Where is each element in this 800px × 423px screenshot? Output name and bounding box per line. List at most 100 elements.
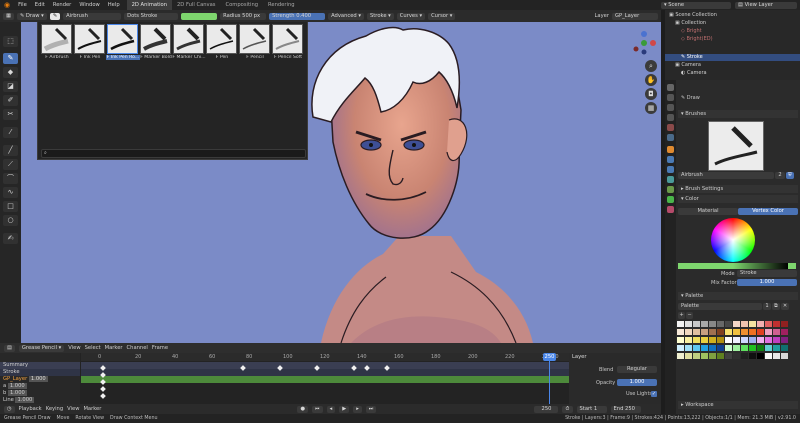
mix-factor-slider[interactable]: 1.000 — [737, 279, 797, 286]
palette-swatch[interactable] — [677, 329, 684, 335]
workspace-tab-rendering[interactable]: Rendering — [263, 0, 300, 10]
palette-swatch[interactable] — [725, 353, 732, 359]
channel-line[interactable]: Line 1.000 — [0, 397, 80, 404]
palette-swatch[interactable] — [725, 345, 732, 351]
keyframe-diamond[interactable] — [384, 365, 390, 371]
box-tool-icon[interactable]: □ — [3, 201, 18, 212]
keyframe-diamond[interactable] — [364, 365, 370, 371]
brush-users-count[interactable]: 2 — [775, 172, 785, 179]
palette-swatch[interactable] — [701, 337, 708, 343]
use-lights-checkbox[interactable]: ✓ — [651, 391, 657, 397]
outliner-camera[interactable]: ◐ Camera — [681, 70, 707, 77]
scene-selector[interactable]: ▾ Scene — [661, 1, 731, 9]
palette-swatch[interactable] — [733, 337, 740, 343]
palette-swatch[interactable] — [749, 337, 756, 343]
line-tool-icon[interactable]: ╱ — [3, 145, 18, 156]
layer-selector[interactable]: GP_Layer — [612, 12, 658, 20]
color-wheel[interactable] — [711, 218, 755, 262]
workspace-tab-compositing[interactable]: Compositing — [221, 0, 264, 10]
keyframe-diamond[interactable] — [100, 365, 106, 371]
scene-tab-icon[interactable] — [667, 124, 674, 131]
add-color-icon[interactable]: + — [678, 312, 685, 319]
workspace-section-header[interactable]: ▸ Workspace — [678, 401, 798, 409]
palette-swatch[interactable] — [717, 345, 724, 351]
curve-tool-icon[interactable]: ∿ — [3, 187, 18, 198]
remove-color-icon[interactable]: − — [686, 312, 693, 319]
prev-key-button[interactable]: ◂ — [326, 405, 336, 413]
brush-thumb-pen[interactable] — [206, 24, 237, 54]
data-tab-icon[interactable] — [667, 196, 674, 203]
brush-thumb-ink-pen[interactable] — [74, 24, 105, 54]
palette-swatch[interactable] — [717, 353, 724, 359]
channel-summary[interactable]: Summary — [0, 362, 80, 369]
zoom-icon[interactable]: ⌕ — [645, 60, 657, 72]
current-frame-field[interactable]: 250 — [534, 405, 559, 413]
stroke-dropdown[interactable]: Stroke ▾ — [366, 12, 394, 20]
stroke-placement-selector[interactable]: Dots Stroke — [124, 12, 179, 20]
render-tab-icon[interactable] — [667, 94, 674, 101]
close-icon[interactable]: ✕ — [781, 303, 789, 310]
palette-swatch[interactable] — [693, 353, 700, 359]
mode-selector[interactable]: ✎ Draw ▾ — [16, 12, 47, 20]
palette-swatch[interactable] — [773, 337, 780, 343]
view-layer-tab-icon[interactable] — [667, 114, 674, 121]
palette-swatch[interactable] — [741, 321, 748, 327]
palette-swatch[interactable] — [765, 345, 772, 351]
palette-section-header[interactable]: ▾ Palette — [678, 292, 798, 300]
blend-dropdown[interactable]: Regular — [617, 366, 657, 373]
palette-swatch[interactable] — [717, 329, 724, 335]
constraints-tab-icon[interactable] — [667, 186, 674, 193]
workspace-tab-2d-full-canvas[interactable]: 2D Full Canvas — [172, 0, 221, 10]
brush-thumb-marker-chisel[interactable] — [173, 24, 204, 54]
material-tab[interactable]: Material — [678, 208, 738, 215]
brushes-section-header[interactable]: ▾ Brushes — [678, 110, 798, 118]
palette-swatch[interactable] — [709, 353, 716, 359]
keyframe-diamond[interactable] — [240, 365, 246, 371]
timeline-menu-channel[interactable]: Channel — [127, 345, 148, 351]
brush-preview-button[interactable]: ✎ — [49, 12, 61, 20]
channel-gp-layer[interactable]: GP_Layer 1.000 — [0, 376, 80, 383]
palette-swatch[interactable] — [677, 345, 684, 351]
palette-swatch[interactable] — [781, 353, 788, 359]
palette-swatch[interactable] — [733, 353, 740, 359]
palette-swatch[interactable] — [677, 337, 684, 343]
brush-thumb-marker-bold[interactable] — [140, 24, 171, 54]
dopesheet-mode-selector[interactable]: Grease Pencil ▾ — [18, 344, 65, 352]
physics-tab-icon[interactable] — [667, 176, 674, 183]
palette-swatch[interactable] — [773, 353, 780, 359]
palette-swatch[interactable] — [757, 345, 764, 351]
camera-view-icon[interactable]: ◘ — [645, 88, 657, 100]
material-tab-icon[interactable] — [667, 206, 674, 213]
palette-swatch[interactable] — [685, 337, 692, 343]
strength-field[interactable]: Strength 0.400 — [269, 12, 326, 20]
brush-preview[interactable] — [708, 121, 764, 171]
timeline-menu-select[interactable]: Select — [85, 345, 101, 351]
palette-swatch[interactable] — [749, 345, 756, 351]
palette-swatch[interactable] — [709, 329, 716, 335]
palette-swatch[interactable] — [773, 345, 780, 351]
effects-tab-icon[interactable] — [667, 166, 674, 173]
circle-tool-icon[interactable]: ○ — [3, 215, 18, 226]
color-swatch[interactable] — [788, 263, 796, 269]
palette-swatch[interactable] — [685, 345, 692, 351]
annotate-tool-icon[interactable]: ✍ — [3, 233, 18, 244]
fake-user-shield-icon[interactable]: ⛨ — [786, 172, 794, 179]
color-section-header[interactable]: ▾ Color — [678, 195, 798, 203]
palette-swatch[interactable] — [773, 329, 780, 335]
keyframe-diamond[interactable] — [100, 393, 106, 399]
outliner-collection[interactable]: ▣ Collection — [675, 20, 706, 27]
palette-swatch[interactable] — [733, 321, 740, 327]
palette-swatch[interactable] — [717, 321, 724, 327]
palette-swatch[interactable] — [781, 345, 788, 351]
fill-tool-icon[interactable]: ◆ — [3, 67, 18, 78]
mode-dropdown[interactable]: Stroke — [737, 270, 797, 277]
brush-name-field[interactable]: Airbrush — [63, 12, 122, 20]
keyframe-diamond[interactable] — [351, 365, 357, 371]
palette-swatch[interactable] — [757, 353, 764, 359]
menu-render[interactable]: Render — [49, 2, 75, 8]
jump-start-button[interactable]: ⏮ — [311, 405, 323, 413]
palette-swatch[interactable] — [749, 329, 756, 335]
next-key-button[interactable]: ▸ — [353, 405, 362, 413]
brush-thumb-ink-pen-rough[interactable] — [107, 24, 138, 54]
palette-users-count[interactable]: 1 — [763, 303, 771, 310]
